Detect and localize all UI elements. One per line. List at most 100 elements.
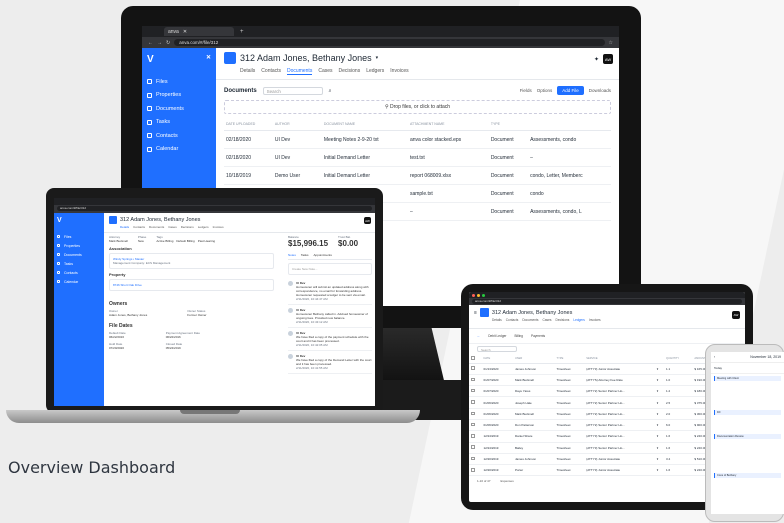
tab-tasks[interactable]: Tasks: [301, 253, 309, 257]
note-item[interactable]: UI Dev We have filed a copy of the Deman…: [288, 351, 372, 374]
tab-invoices[interactable]: Invoices: [390, 68, 408, 75]
tab-documents[interactable]: Documents: [522, 318, 538, 322]
minimize-dot-icon[interactable]: [477, 293, 480, 297]
column-header[interactable]: [469, 354, 482, 364]
table-row[interactable]: 02/18/2020 UI Dev Initial Demand Letter tes…: [224, 148, 611, 167]
sidebar-item-files[interactable]: Files: [147, 75, 211, 89]
sidebar-item-properties[interactable]: Properties: [57, 241, 101, 250]
tab-cases[interactable]: Cases: [542, 318, 551, 322]
association-card[interactable]: Windy Springs • Master Management Compan…: [109, 253, 274, 269]
tab-payments[interactable]: Payments: [531, 334, 545, 338]
table-row[interactable]: 01/07/2020 Mark Bucknell Timesheet (ATTYS) …: [469, 374, 745, 387]
row-checkbox[interactable]: [471, 366, 475, 370]
row-checkbox[interactable]: [471, 422, 475, 427]
calendar-event[interactable]: Fill: [714, 410, 781, 415]
chevron-down-icon[interactable]: ▾: [657, 446, 659, 450]
tab-details[interactable]: Details: [120, 225, 129, 229]
column-header[interactable]: AUTHOR: [272, 118, 322, 131]
field-value[interactable]: New: [138, 239, 147, 243]
file-drop-zone[interactable]: ⚲ Drop files, or click to attach: [224, 100, 611, 114]
sidebar-item-tasks[interactable]: Tasks: [147, 116, 211, 130]
add-file-button[interactable]: Add File: [557, 86, 584, 95]
tab-ledgers[interactable]: Ledgers: [198, 225, 209, 229]
downloads-button[interactable]: Downloads: [589, 88, 611, 93]
tab-details[interactable]: Details: [240, 68, 255, 75]
table-row[interactable]: 01/13/2020 James Johnson Timesheet (ATTY3) …: [469, 363, 745, 375]
table-row[interactable]: 01/06/2020 Joseph Hale Timesheet (ATTY2) Se…: [469, 396, 745, 409]
chevron-down-icon[interactable]: ▾: [657, 401, 659, 405]
property-card[interactable]: 8746 Short Oak Drive: [109, 279, 274, 291]
row-checkbox[interactable]: [471, 377, 475, 382]
table-row[interactable]: 10/18/2019 Demo User Initial Demand Letter…: [224, 166, 611, 185]
menu-icon[interactable]: ≡: [474, 310, 477, 316]
column-header[interactable]: TYPE: [488, 118, 529, 131]
tab-details[interactable]: Details: [492, 318, 502, 322]
chevron-down-icon[interactable]: ▾: [657, 389, 659, 393]
row-checkbox[interactable]: [471, 388, 475, 393]
sidebar-item-files[interactable]: Files: [57, 232, 101, 241]
tab-decisions[interactable]: Decisions: [181, 225, 194, 229]
back-icon[interactable]: ←: [148, 40, 153, 46]
table-row[interactable]: 02/18/2020 UI Dev Meeting Notes 2-9-20 txt…: [224, 130, 611, 149]
close-icon[interactable]: ✕: [183, 29, 187, 35]
select-all-checkbox[interactable]: [471, 356, 475, 360]
tag-badge[interactable]: Past Hearing: [198, 239, 215, 243]
options-button[interactable]: Options: [537, 88, 553, 93]
sidebar-item-documents[interactable]: Documents: [147, 102, 211, 116]
tab-appointments[interactable]: Appointments: [314, 253, 332, 257]
column-header[interactable]: ATTACHMENT NAME: [407, 118, 489, 131]
column-header[interactable]: [654, 354, 664, 364]
tab-cases[interactable]: Cases: [168, 225, 177, 229]
sidebar-item-contacts[interactable]: Contacts: [147, 129, 211, 143]
row-checkbox[interactable]: [471, 445, 475, 449]
row-checkbox[interactable]: [471, 456, 475, 461]
tab-cases[interactable]: Cases: [318, 68, 332, 75]
table-row[interactable]: 01/07/2020 Daye Yares Timesheet (ATTY2) Sen…: [469, 385, 745, 398]
column-header[interactable]: QUANTITY: [663, 354, 693, 364]
tab-ledgers[interactable]: Ledgers: [573, 318, 585, 322]
calendar-event[interactable]: Documentation Review: [714, 434, 781, 439]
column-header[interactable]: TYPE: [554, 354, 585, 364]
back-icon[interactable]: ←: [477, 334, 480, 338]
property-address[interactable]: 8746 Short Oak Drive: [113, 283, 142, 287]
url-input[interactable]: anva.com/#/file/312: [174, 39, 605, 46]
row-checkbox[interactable]: [471, 411, 475, 416]
view-selector[interactable]: Today: [714, 366, 722, 370]
tag-badge[interactable]: Active Billing: [156, 239, 173, 243]
avatar[interactable]: AW: [603, 54, 613, 64]
chevron-down-icon[interactable]: ▾: [376, 55, 379, 61]
url-input[interactable]: anva.com/#/file/312: [57, 206, 372, 211]
tag-badge[interactable]: Default Billing: [176, 239, 194, 243]
column-header[interactable]: [528, 118, 611, 131]
table-row[interactable]: 01/06/2020 Mark Bucknell Timesheet (ATTY2) …: [469, 408, 745, 420]
avatar[interactable]: AW: [364, 217, 371, 224]
row-checkbox[interactable]: [471, 468, 475, 472]
note-item[interactable]: UI Dev Homeowner Bethany called in. Advi…: [288, 305, 372, 328]
table-row[interactable]: 12/20/2019 James Johnson Timesheet (ATTY3) …: [469, 453, 745, 466]
chevron-down-icon[interactable]: ▾: [657, 468, 659, 472]
table-row[interactable]: 01/06/2020 Don Patterson Timesheet (ATTY2) …: [469, 419, 745, 432]
column-header[interactable]: DOCUMENT NAME: [321, 118, 408, 131]
tab-billing[interactable]: Billing: [514, 334, 523, 338]
tab-contacts[interactable]: Contacts: [261, 68, 281, 75]
calendar-event[interactable]: Cone of Bethany: [714, 473, 781, 478]
forward-icon[interactable]: →: [157, 40, 162, 46]
chevron-down-icon[interactable]: ▾: [657, 434, 659, 438]
search-input[interactable]: Search: [477, 346, 517, 352]
row-checkbox[interactable]: [471, 400, 475, 404]
search-input[interactable]: Search: [262, 86, 323, 95]
tab-documents[interactable]: Documents: [149, 225, 164, 229]
tab-invoices[interactable]: Invoices: [589, 318, 601, 322]
expenses-link[interactable]: Expenses: [501, 479, 514, 483]
tab-decisions[interactable]: Decisions: [339, 68, 361, 75]
star-icon[interactable]: ☆: [609, 40, 613, 46]
tab-debit-ledger[interactable]: Debit Ledger: [488, 334, 506, 338]
table-row[interactable]: 12/24/2019 Daniel Share Timesheet (ATTY3) S…: [469, 430, 745, 443]
chevron-down-icon[interactable]: ▾: [657, 457, 659, 461]
collapse-icon[interactable]: ✕: [206, 54, 211, 65]
tab-decisions[interactable]: Decisions: [556, 318, 570, 322]
tab-ledgers[interactable]: Ledgers: [366, 68, 384, 75]
column-header[interactable]: SERVICE: [584, 354, 655, 364]
sidebar-item-calendar[interactable]: Calendar: [147, 143, 211, 157]
chevron-left-icon[interactable]: ‹: [714, 355, 715, 359]
